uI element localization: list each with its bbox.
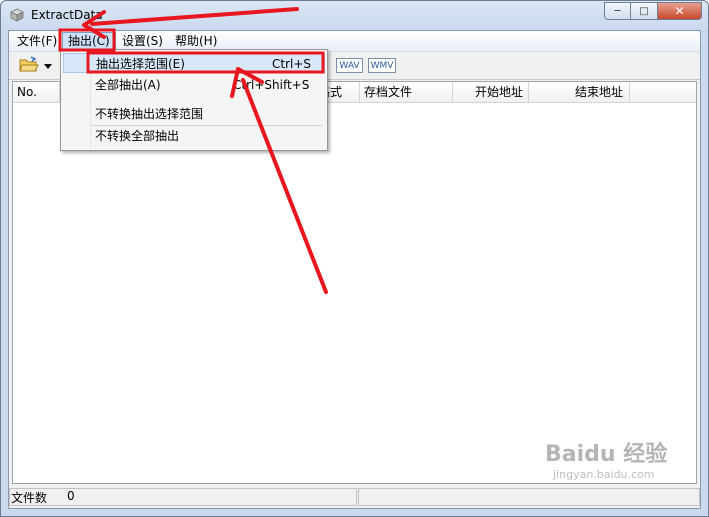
menu-extract[interactable]: 抽出(C): [62, 32, 116, 50]
title-bar[interactable]: ExtractData ─ □ ✕: [1, 1, 708, 29]
col-end-address[interactable]: 结束地址: [529, 82, 630, 102]
menu-extract-selection[interactable]: 抽出选择范围(E) Ctrl+S: [63, 53, 325, 73]
menu-help[interactable]: 帮助(H): [170, 33, 222, 49]
menu-item-label: 不转换全部抽出: [95, 129, 180, 143]
window-title: ExtractData: [31, 8, 103, 22]
extract-dropdown-menu: 抽出选择范围(E) Ctrl+S 全部抽出(A) Ctrl+Shift+S 不转…: [60, 49, 328, 151]
minimize-button[interactable]: ─: [604, 2, 631, 20]
col-start-address[interactable]: 开始地址: [453, 82, 529, 102]
menu-extract-all-raw[interactable]: 不转换全部抽出: [63, 126, 325, 146]
watermark: Baidu 经验 jingyan.baidu.com: [545, 436, 695, 496]
menu-item-shortcut: Ctrl+S: [272, 57, 312, 71]
app-icon: [10, 8, 24, 22]
watermark-url: jingyan.baidu.com: [553, 468, 655, 481]
open-folder-icon[interactable]: [19, 56, 39, 74]
menu-extract-selection-raw[interactable]: 不转换抽出选择范围: [63, 104, 325, 124]
menu-extract-all[interactable]: 全部抽出(A) Ctrl+Shift+S: [63, 75, 325, 95]
menu-item-label: 全部抽出(A): [95, 78, 161, 92]
caption-buttons: ─ □ ✕: [604, 2, 702, 21]
close-button[interactable]: ✕: [658, 2, 702, 20]
status-pane-1: [9, 488, 357, 506]
close-icon: ✕: [674, 4, 685, 18]
col-no[interactable]: No.: [13, 82, 60, 102]
minimize-icon: ─: [614, 5, 621, 17]
watermark-logo: Baidu 经验: [545, 442, 668, 467]
menu-item-label: 抽出选择范围(E): [96, 57, 185, 71]
maximize-icon: □: [639, 5, 649, 17]
wav-button[interactable]: WAV: [336, 58, 363, 73]
col-archive[interactable]: 存档文件: [360, 82, 453, 102]
menu-item-label: 不转换抽出选择范围: [95, 107, 204, 121]
maximize-button[interactable]: □: [631, 2, 658, 20]
menu-item-shortcut: Ctrl+Shift+S: [233, 78, 310, 92]
menu-settings[interactable]: 设置(S): [117, 33, 168, 49]
dropdown-arrow-icon[interactable]: [42, 56, 54, 74]
wmv-button[interactable]: WMV: [368, 58, 396, 73]
menu-file[interactable]: 文件(F): [12, 33, 62, 49]
